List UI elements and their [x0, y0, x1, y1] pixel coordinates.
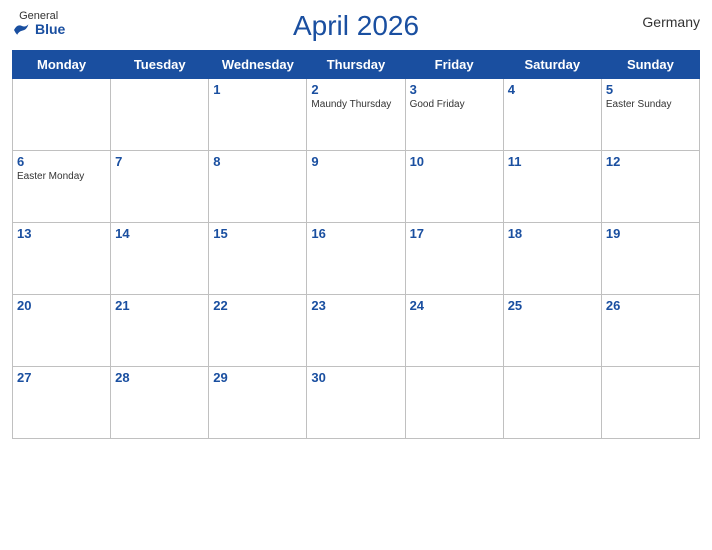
week-row-5: 27 28 29 30 [13, 367, 700, 439]
day-cell-0-6: 5 Easter Sunday [601, 79, 699, 151]
day-number: 22 [213, 298, 302, 313]
day-number: 10 [410, 154, 499, 169]
day-number: 28 [115, 370, 204, 385]
day-number: 13 [17, 226, 106, 241]
day-number: 8 [213, 154, 302, 169]
day-number: 23 [311, 298, 400, 313]
holiday-label: Good Friday [410, 99, 499, 111]
day-cell-3-2: 22 [209, 295, 307, 367]
holiday-label: Easter Sunday [606, 99, 695, 111]
day-cell-2-1: 14 [111, 223, 209, 295]
calendar-body: 12 Maundy Thursday 3 Good Friday 45 Easter Su… [13, 79, 700, 439]
weekday-header-row: Monday Tuesday Wednesday Thursday Friday… [13, 51, 700, 79]
day-cell-0-3: 2 Maundy Thursday [307, 79, 405, 151]
week-row-1: 12 Maundy Thursday 3 Good Friday 45 Easter Su… [13, 79, 700, 151]
week-row-2: 6 Easter Monday 789 10 11 12 [13, 151, 700, 223]
day-number: 17 [410, 226, 499, 241]
week-row-3: 13 14 15 16 17 18 19 [13, 223, 700, 295]
day-cell-4-0: 27 [13, 367, 111, 439]
week-row-4: 20 21 22 23 24 25 26 [13, 295, 700, 367]
day-cell-4-4 [405, 367, 503, 439]
calendar-grid: Monday Tuesday Wednesday Thursday Friday… [12, 50, 700, 439]
day-number: 14 [115, 226, 204, 241]
header-wednesday: Wednesday [209, 51, 307, 79]
logo-row: Blue [12, 22, 65, 38]
calendar-header: General Blue April 2026 Germany [12, 10, 700, 42]
day-number: 27 [17, 370, 106, 385]
day-cell-3-3: 23 [307, 295, 405, 367]
day-number: 21 [115, 298, 204, 313]
day-cell-3-5: 25 [503, 295, 601, 367]
logo-bird-icon [12, 22, 32, 38]
day-number: 6 [17, 154, 106, 169]
day-cell-0-0 [13, 79, 111, 151]
day-cell-1-5: 11 [503, 151, 601, 223]
header-saturday: Saturday [503, 51, 601, 79]
header-friday: Friday [405, 51, 503, 79]
header-tuesday: Tuesday [111, 51, 209, 79]
day-cell-2-0: 13 [13, 223, 111, 295]
header-monday: Monday [13, 51, 111, 79]
calendar-container: General Blue April 2026 Germany Monday T… [0, 0, 712, 550]
day-cell-0-2: 1 [209, 79, 307, 151]
day-number: 20 [17, 298, 106, 313]
day-cell-1-3: 9 [307, 151, 405, 223]
day-cell-0-5: 4 [503, 79, 601, 151]
day-cell-2-2: 15 [209, 223, 307, 295]
header-thursday: Thursday [307, 51, 405, 79]
day-cell-1-2: 8 [209, 151, 307, 223]
day-cell-1-6: 12 [601, 151, 699, 223]
logo-general: General [19, 10, 58, 22]
day-number: 5 [606, 82, 695, 97]
day-cell-2-5: 18 [503, 223, 601, 295]
day-number: 1 [213, 82, 302, 97]
day-cell-1-4: 10 [405, 151, 503, 223]
logo: General Blue [12, 10, 65, 38]
day-cell-1-1: 7 [111, 151, 209, 223]
day-cell-3-6: 26 [601, 295, 699, 367]
day-number: 18 [508, 226, 597, 241]
day-number: 25 [508, 298, 597, 313]
day-cell-0-4: 3 Good Friday [405, 79, 503, 151]
day-cell-4-1: 28 [111, 367, 209, 439]
day-cell-2-4: 17 [405, 223, 503, 295]
day-cell-4-3: 30 [307, 367, 405, 439]
day-number: 3 [410, 82, 499, 97]
day-cell-2-6: 19 [601, 223, 699, 295]
day-cell-1-0: 6 Easter Monday [13, 151, 111, 223]
logo-blue: Blue [35, 22, 65, 37]
holiday-label: Maundy Thursday [311, 99, 400, 111]
calendar-title: April 2026 [293, 10, 419, 42]
day-cell-4-2: 29 [209, 367, 307, 439]
day-cell-3-0: 20 [13, 295, 111, 367]
day-number: 16 [311, 226, 400, 241]
day-number: 19 [606, 226, 695, 241]
day-number: 30 [311, 370, 400, 385]
day-number: 15 [213, 226, 302, 241]
day-cell-0-1 [111, 79, 209, 151]
day-number: 29 [213, 370, 302, 385]
day-number: 26 [606, 298, 695, 313]
day-number: 24 [410, 298, 499, 313]
day-cell-4-5 [503, 367, 601, 439]
day-number: 11 [508, 154, 597, 169]
header-sunday: Sunday [601, 51, 699, 79]
day-cell-3-4: 24 [405, 295, 503, 367]
day-number: 7 [115, 154, 204, 169]
day-number: 2 [311, 82, 400, 97]
country-label: Germany [642, 14, 700, 30]
holiday-label: Easter Monday [17, 171, 106, 183]
day-number: 12 [606, 154, 695, 169]
day-cell-2-3: 16 [307, 223, 405, 295]
day-cell-4-6 [601, 367, 699, 439]
day-cell-3-1: 21 [111, 295, 209, 367]
day-number: 9 [311, 154, 400, 169]
day-number: 4 [508, 82, 597, 97]
